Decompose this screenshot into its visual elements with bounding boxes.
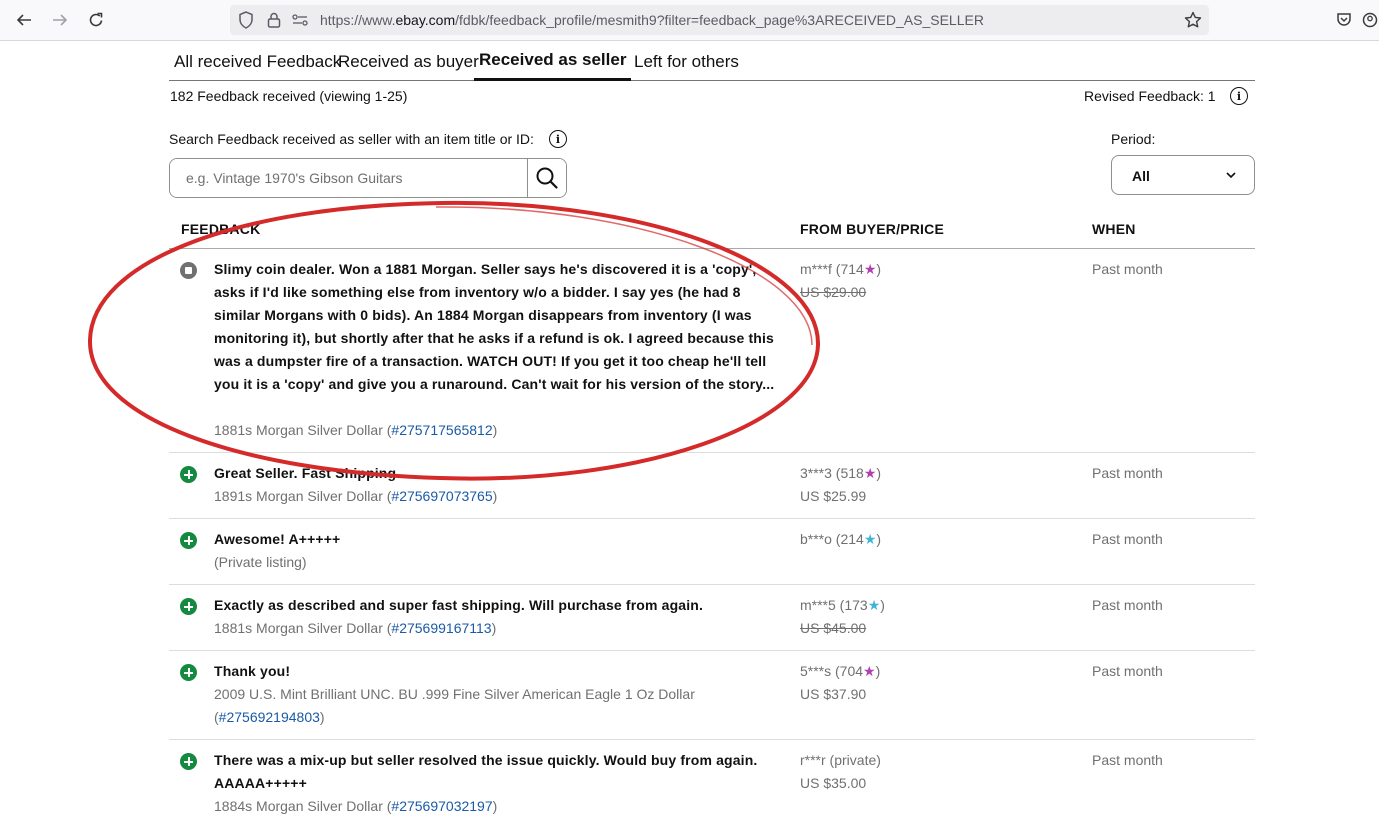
feedback-when: Past month [1092,663,1163,679]
item-price: US $35.00 [800,775,867,791]
tab-left-for-others[interactable]: Left for others [634,52,739,72]
feedback-comment: There was a mix-up but seller resolved t… [214,752,758,791]
positive-rating-icon [180,532,197,549]
item-link[interactable]: #275697032197 [391,798,492,814]
browser-toolbar: https://www.ebay.com/fdbk/feedback_profi… [0,0,1379,41]
item-link[interactable]: #275699167113 [391,620,491,636]
teal-star-icon: ★ [867,597,881,613]
item-title: 1881s Morgan Silver Dollar (#27569916711… [214,620,497,636]
buyer-info: b***o (214★) [800,531,882,547]
back-arrow-icon[interactable] [10,6,38,34]
item-title: 2009 U.S. Mint Brilliant UNC. BU .999 Fi… [214,686,695,725]
buyer-info: m***f (714★) [800,261,882,277]
feedback-comment: Thank you! [214,663,291,679]
buyer-info: 5***s (704★) [800,663,881,679]
period-label: Period: [1111,131,1156,147]
buyer-info: 3***3 (518★) [800,465,882,481]
pocket-icon[interactable] [1330,6,1358,34]
item-title: 1884s Morgan Silver Dollar (#27569703219… [214,798,498,814]
item-link[interactable]: #275692194803 [219,709,320,725]
feedback-row: Thank you! 2009 U.S. Mint Brilliant UNC.… [169,651,1255,740]
item-price: US $37.90 [800,686,867,702]
chevron-down-icon [1224,168,1238,187]
search-button[interactable] [527,159,566,197]
feedback-tabs: All received Feedback Received as buyer … [169,40,1255,81]
tab-received-as-buyer[interactable]: Received as buyer [338,52,479,72]
feedback-row: Slimy coin dealer. Won a 1881 Morgan. Se… [169,249,1255,453]
col-when-header: WHEN [1092,221,1136,237]
url-bar[interactable]: https://www.ebay.com/fdbk/feedback_profi… [230,5,1209,35]
feedback-when: Past month [1092,261,1163,277]
search-box [169,158,567,198]
search-icon [536,167,558,189]
shield-icon[interactable] [236,10,256,30]
feedback-row: Exactly as described and super fast ship… [169,585,1255,651]
feedback-row: There was a mix-up but seller resolved t… [169,740,1255,827]
permissions-icon[interactable] [290,10,310,30]
purple-star-icon: ★ [863,261,877,277]
item-price: US $29.00 [800,284,867,300]
feedback-comment: Exactly as described and super fast ship… [214,597,703,613]
item-link[interactable]: #275697073765 [391,488,492,504]
item-title: 1881s Morgan Silver Dollar (#27571756581… [214,422,498,438]
positive-rating-icon [180,753,197,770]
item-title: 1891s Morgan Silver Dollar (#27569707376… [214,488,498,504]
feedback-when: Past month [1092,752,1163,768]
positive-rating-icon [180,466,197,483]
purple-star-icon: ★ [863,465,877,481]
col-from-header: FROM BUYER/PRICE [800,221,944,237]
positive-rating-icon [180,664,197,681]
feedback-comment: Awesome! A+++++ [214,531,341,547]
lock-icon[interactable] [264,10,284,30]
search-info-icon[interactable]: i [549,130,567,148]
account-icon[interactable] [1362,6,1379,34]
revised-feedback-count: Revised Feedback: 1 [1084,88,1216,104]
positive-rating-icon [180,598,197,615]
neutral-rating-icon [180,262,197,279]
feedback-count: 182 Feedback received (viewing 1-25) [170,88,408,104]
item-price: US $25.99 [800,488,867,504]
item-link[interactable]: #275717565812 [391,422,492,438]
teal-star-icon: ★ [863,531,877,547]
item-price: US $45.00 [800,620,867,636]
col-feedback-header: FEEDBACK [181,221,261,237]
reload-icon[interactable] [82,6,110,34]
period-value: All [1132,168,1150,184]
tab-received-as-seller[interactable]: Received as seller [473,50,632,81]
bookmark-star-icon[interactable] [1183,10,1203,30]
period-select[interactable]: All [1111,155,1255,195]
feedback-comment: Slimy coin dealer. Won a 1881 Morgan. Se… [214,261,775,392]
item-title: (Private listing) [214,554,307,570]
feedback-when: Past month [1092,465,1163,481]
feedback-row: Great Seller. Fast Shipping. 1891s Morga… [169,453,1255,519]
revised-info-icon[interactable]: i [1230,87,1248,105]
search-label: Search Feedback received as seller with … [169,131,534,147]
url-text: https://www.ebay.com/fdbk/feedback_profi… [320,12,984,28]
purple-star-icon: ★ [863,663,876,679]
buyer-info: m***5 (173★) [800,597,885,613]
feedback-row: Awesome! A+++++ (Private listing) b***o … [169,519,1255,585]
feedback-when: Past month [1092,531,1163,547]
forward-arrow-icon[interactable] [46,6,74,34]
search-input[interactable] [170,159,528,197]
tab-all-received[interactable]: All received Feedback [174,52,341,72]
feedback-when: Past month [1092,597,1163,613]
buyer-info: r***r (private) [800,752,881,768]
feedback-comment: Great Seller. Fast Shipping. [214,465,401,481]
